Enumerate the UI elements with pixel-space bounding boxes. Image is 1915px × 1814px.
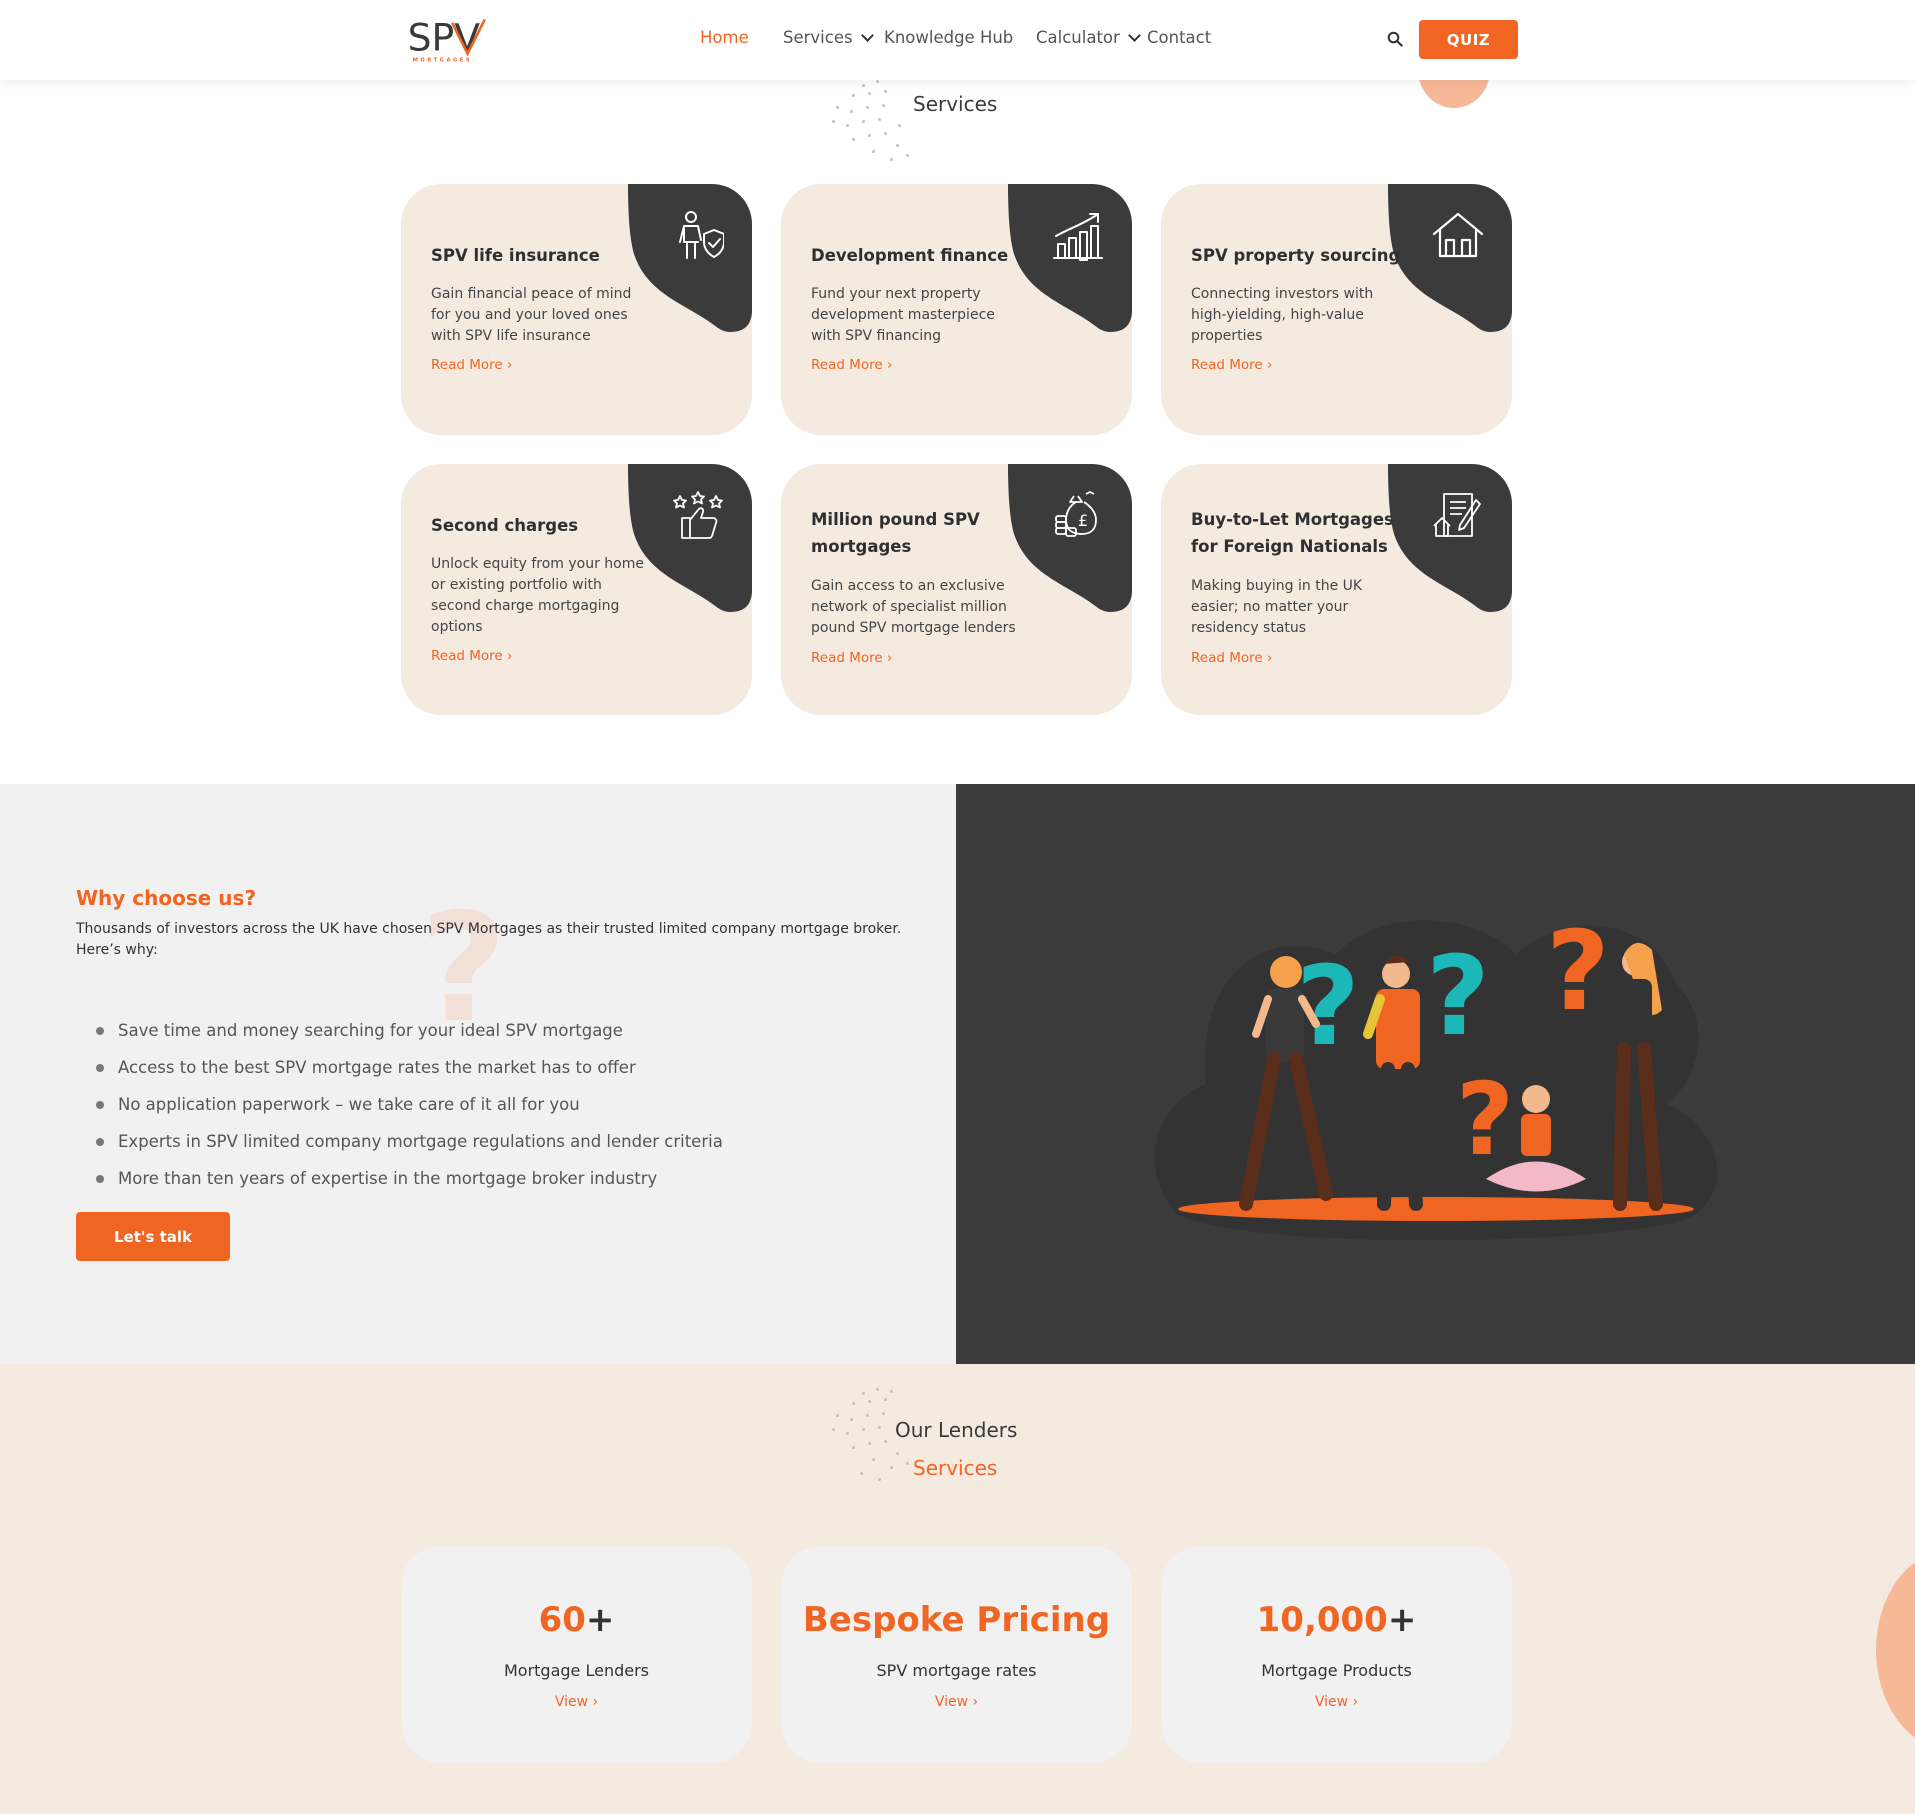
svg-text:£: £ [1078,511,1088,530]
list-item: Save time and money searching for your i… [96,1012,723,1049]
card-title: SPV property sourcing [1191,246,1401,265]
card-title: Buy-to-Let Mortgages for Foreign Nationa… [1191,510,1394,556]
lenders-heading: Our Lenders [895,1418,1018,1442]
money-bag-icon: £ [1055,491,1097,537]
chevron-down-icon [1127,28,1141,42]
people-question-illustration: ? ? ? ? [1154,907,1718,1241]
nav-contact-label: Contact [1147,28,1212,47]
nav-knowledge-hub[interactable]: Knowledge Hub [884,28,1013,47]
stat-number: 60+ [538,1600,615,1640]
stat-card-products: 10,000+ Mortgage Products View › [1161,1546,1512,1763]
contract-house-icon [1433,493,1481,537]
read-more-link[interactable]: Read More › [811,357,892,373]
read-more-link[interactable]: Read More › [811,650,892,666]
stat-card-pricing: Bespoke Pricing SPV mortgage rates View … [781,1546,1132,1763]
svg-text:MORTGAGES: MORTGAGES [413,57,472,63]
service-card-property-sourcing[interactable]: SPV property sourcing Connecting investo… [1161,184,1512,435]
card-description: Gain financial peace of mind for you and… [431,286,632,344]
stat-number: 10,000+ [1256,1600,1417,1640]
service-card-million-pound[interactable]: £ Million pound SPV mortgages Gain acces… [781,464,1132,715]
card-title: Second charges [431,516,579,535]
site-header: SPV MORTGAGES Home Services Knowledge Hu… [0,0,1915,80]
why-bullet-list: Save time and money searching for your i… [96,1012,723,1197]
view-link[interactable]: View › [781,1694,1132,1710]
quiz-button[interactable]: QUIZ [1419,20,1518,59]
service-card-second-charges[interactable]: Second charges Unlock equity from your h… [401,464,752,715]
stat-label: Mortgage Products [1261,1661,1412,1680]
stat-label: SPV mortgage rates [876,1661,1037,1680]
read-more-link[interactable]: Read More › [1191,650,1272,666]
svg-text:?: ? [1456,1061,1514,1178]
why-intro: Thousands of investors across the UK hav… [76,921,902,958]
list-item: More than ten years of expertise in the … [96,1160,723,1197]
card-description: Connecting investors with high-yielding,… [1191,286,1374,344]
services-heading: Services [913,92,998,116]
lenders-subheading: Services [913,1456,998,1480]
chevron-down-icon [860,28,874,42]
house-icon [1432,212,1484,258]
read-more-link[interactable]: Read More › [431,648,512,664]
lenders-section: Our Lenders Services 60+ Mortgage Lender… [0,1364,1915,1814]
stat-card-lenders: 60+ Mortgage Lenders View › [401,1546,752,1763]
decorative-circle [1876,1550,1915,1750]
card-description: Fund your next property development mast… [811,286,995,344]
nav-contact[interactable]: Contact [1147,28,1211,47]
spv-logo[interactable]: SPV MORTGAGES [401,12,493,68]
card-title: SPV life insurance [431,246,600,265]
list-item: No application paperwork – we take care … [96,1086,723,1123]
nav-home-label: Home [700,28,749,47]
nav-home[interactable]: Home [700,28,749,47]
nav-knowledge-hub-label: Knowledge Hub [884,28,1014,47]
read-more-link[interactable]: Read More › [1191,357,1272,373]
nav-calculator[interactable]: Calculator [1036,28,1141,47]
stat-label: Mortgage Lenders [503,1661,650,1680]
why-choose-section: ? Why choose us? Thousands of investors … [0,784,956,1364]
service-card-development-finance[interactable]: Development finance Fund your next prope… [781,184,1132,435]
view-link[interactable]: View › [1161,1694,1512,1710]
person-shield-icon [679,211,724,259]
why-heading: Why choose us? [76,886,257,910]
list-item: Access to the best SPV mortgage rates th… [96,1049,723,1086]
card-description: Unlock equity from your home or existing… [431,556,644,635]
service-card-life-insurance[interactable]: SPV life insurance Gain financial peace … [401,184,752,435]
growth-chart-icon [1053,213,1103,261]
lets-talk-button[interactable]: Let's talk [76,1212,230,1261]
card-title: Development finance [811,246,1009,265]
why-illustration-panel: ? ? ? ? [956,784,1915,1364]
stat-number: Bespoke Pricing [802,1600,1111,1640]
view-link[interactable]: View › [401,1694,752,1710]
card-description: Making buying in the UK easier; no matte… [1191,578,1363,636]
card-title: Million pound SPV mortgages [811,510,980,556]
search-icon[interactable] [1387,31,1403,47]
logo-swoosh-icon: SPV MORTGAGES [408,16,486,63]
nav-services[interactable]: Services [783,28,874,47]
list-item: Experts in SPV limited company mortgage … [96,1123,723,1160]
nav-calculator-label: Calculator [1036,28,1120,47]
thumbs-up-stars-icon [673,491,723,539]
svg-text:?: ? [1426,932,1490,1060]
nav-services-label: Services [783,28,853,47]
card-description: Gain access to an exclusive network of s… [811,578,1016,636]
service-card-foreign-nationals[interactable]: Buy-to-Let Mortgages for Foreign Nationa… [1161,464,1512,715]
read-more-link[interactable]: Read More › [431,357,512,373]
svg-text:?: ? [1546,907,1610,1035]
